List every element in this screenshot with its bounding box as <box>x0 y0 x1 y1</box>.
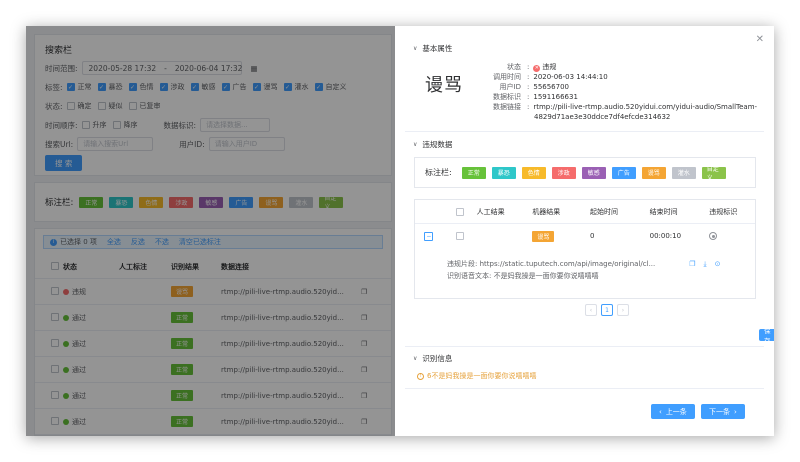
chevron-down-icon: ∨ <box>413 141 418 148</box>
info-value: rtmp://pili-live-rtmp.audio.520yidui.com… <box>533 103 758 111</box>
start-time: 0 <box>589 232 595 240</box>
header-manual-result: 人工结果 <box>476 207 505 216</box>
page-1[interactable]: 1 <box>601 304 613 316</box>
copy-icon[interactable]: ❐ <box>689 260 695 268</box>
info-colon: : <box>527 73 530 81</box>
basic-section-header[interactable]: ∨ 基本属性 <box>413 43 452 54</box>
info-key: 状态 <box>507 63 521 71</box>
status-value: 违规 <box>542 63 557 71</box>
prev-record-label: 上一条 <box>665 407 687 416</box>
info-colon: : <box>527 63 530 71</box>
info-colon: : <box>527 93 530 101</box>
info-value: 1591166631 <box>533 93 578 101</box>
basic-section-title: 基本属性 <box>422 44 453 53</box>
next-record-button[interactable]: 下一条 › <box>701 404 745 419</box>
clip-url: 违规片段: https://static.tuputech.com/api/im… <box>447 260 656 268</box>
download-icon[interactable]: ⤓ <box>704 260 707 269</box>
basic-info: 状态: ✕ 违规 调用时间:2020-06-03 14:44:10 用户ID:55656… <box>483 62 757 122</box>
info-row: 数据标识:1591166631 <box>483 92 757 102</box>
divider <box>405 131 764 132</box>
play-icon[interactable]: ⊙ <box>715 260 721 268</box>
info-key: 调用时间 <box>493 73 521 81</box>
drawer-label-bar: 标注栏: 正常 暴恐 色情 涉政 敏感 广告 谩骂 灌水 自定义 <box>414 157 756 188</box>
violation-section-header[interactable]: ∨ 违规数据 <box>413 139 452 150</box>
info-colon: : <box>527 103 530 111</box>
header-violation-mark: 违规标识 <box>709 207 738 216</box>
label-tag[interactable]: 敏感 <box>581 166 606 179</box>
machine-result-tag: 谩骂 <box>532 230 555 242</box>
info-row: 调用时间:2020-06-03 14:44:10 <box>483 72 757 82</box>
info-row: 4829d71ae3e30ddce7df4efcde314632 <box>483 112 757 122</box>
error-icon: ✕ <box>533 64 541 72</box>
drawer-label-bar-label: 标注栏: <box>425 168 452 177</box>
divider <box>405 346 764 347</box>
chevron-down-icon: ∨ <box>413 45 418 52</box>
prev-record-button[interactable]: ‹ 上一条 <box>651 404 695 419</box>
warning-icon: ! <box>417 372 424 380</box>
violation-row: − 谩骂 0 00:00:10 <box>415 224 755 248</box>
info-value: ✕ 违规 <box>533 62 556 72</box>
collapse-row-icon[interactable]: − <box>424 231 434 241</box>
chevron-left-icon: ‹ <box>659 407 662 416</box>
next-page-button[interactable]: › <box>617 304 629 316</box>
app-window: 搜索栏 时间范围: 2020-05-28 17:32 - 2020-06-04 … <box>26 26 774 436</box>
recognition-info: ! 6不是妈我操是一面你要你说嘻嘻嘻 <box>417 371 536 381</box>
recognition-section-title: 识别信息 <box>422 354 453 363</box>
row-expanded-detail: 违规片段: https://static.tuputech.com/api/im… <box>415 248 755 282</box>
label-tag[interactable]: 谩骂 <box>641 166 666 179</box>
violation-table-header: 人工结果 机器结果 起始时间 结束时间 违规标识 <box>415 200 755 224</box>
label-tag[interactable]: 广告 <box>611 166 636 179</box>
info-key: 用户ID <box>499 83 521 91</box>
recognition-text: 6不是妈我操是一面你要你说嘻嘻嘻 <box>427 372 537 380</box>
header-end-time: 结束时间 <box>649 207 678 216</box>
violation-table: 人工结果 机器结果 起始时间 结束时间 违规标识 − 谩骂 0 00:00:10… <box>414 199 756 299</box>
header-machine-result: 机器结果 <box>532 207 561 216</box>
end-time: 00:00:10 <box>649 232 682 240</box>
speech-text: 识别语音文本: 不是妈我操是一面你要你说嘻嘻嘻 <box>447 272 599 280</box>
chevron-down-icon: ∨ <box>413 355 418 362</box>
violation-label: 谩骂 <box>425 75 463 96</box>
divider <box>405 388 764 389</box>
info-colon: : <box>527 83 530 91</box>
next-record-label: 下一条 <box>709 407 730 416</box>
select-all-checkbox[interactable] <box>455 207 464 216</box>
info-row: 状态: ✕ 违规 <box>483 62 757 72</box>
pagination: ‹ 1 › <box>585 304 629 316</box>
close-icon[interactable]: ✕ <box>756 34 764 45</box>
modal-overlay[interactable] <box>26 26 395 436</box>
info-value: 55656700 <box>533 83 569 91</box>
info-row: 用户ID:55656700 <box>483 82 757 92</box>
recognition-section-header[interactable]: ∨ 识别信息 <box>413 353 452 364</box>
info-key: 数据链接 <box>493 103 521 111</box>
row-checkbox[interactable] <box>455 232 464 240</box>
chevron-right-icon: › <box>734 407 737 416</box>
detail-drawer: ✕ ∨ 基本属性 谩骂 状态: ✕ 违规 调用时间:2020-06-03 14:44:… <box>395 26 774 436</box>
violation-mark-icon[interactable] <box>709 232 718 241</box>
info-value: 4829d71ae3e30ddce7df4efcde314632 <box>534 113 671 121</box>
label-tag[interactable]: 灌水 <box>671 166 696 179</box>
label-tag[interactable]: 涉政 <box>551 166 576 179</box>
label-tag[interactable]: 暴恐 <box>491 166 516 179</box>
info-key: 数据标识 <box>493 93 521 101</box>
violation-section-title: 违规数据 <box>422 140 453 149</box>
prev-page-button[interactable]: ‹ <box>585 304 597 316</box>
info-value: 2020-06-03 14:44:10 <box>533 73 608 81</box>
save-button[interactable]: 保 存 <box>759 327 774 345</box>
label-tag[interactable]: 色情 <box>521 166 546 179</box>
label-tag[interactable]: 正常 <box>461 166 486 179</box>
info-row: 数据链接: rtmp://pili-live-rtmp.audio.520yidu… <box>483 102 757 112</box>
header-start-time: 起始时间 <box>589 207 618 216</box>
label-tag[interactable]: 自定义 <box>701 166 726 182</box>
